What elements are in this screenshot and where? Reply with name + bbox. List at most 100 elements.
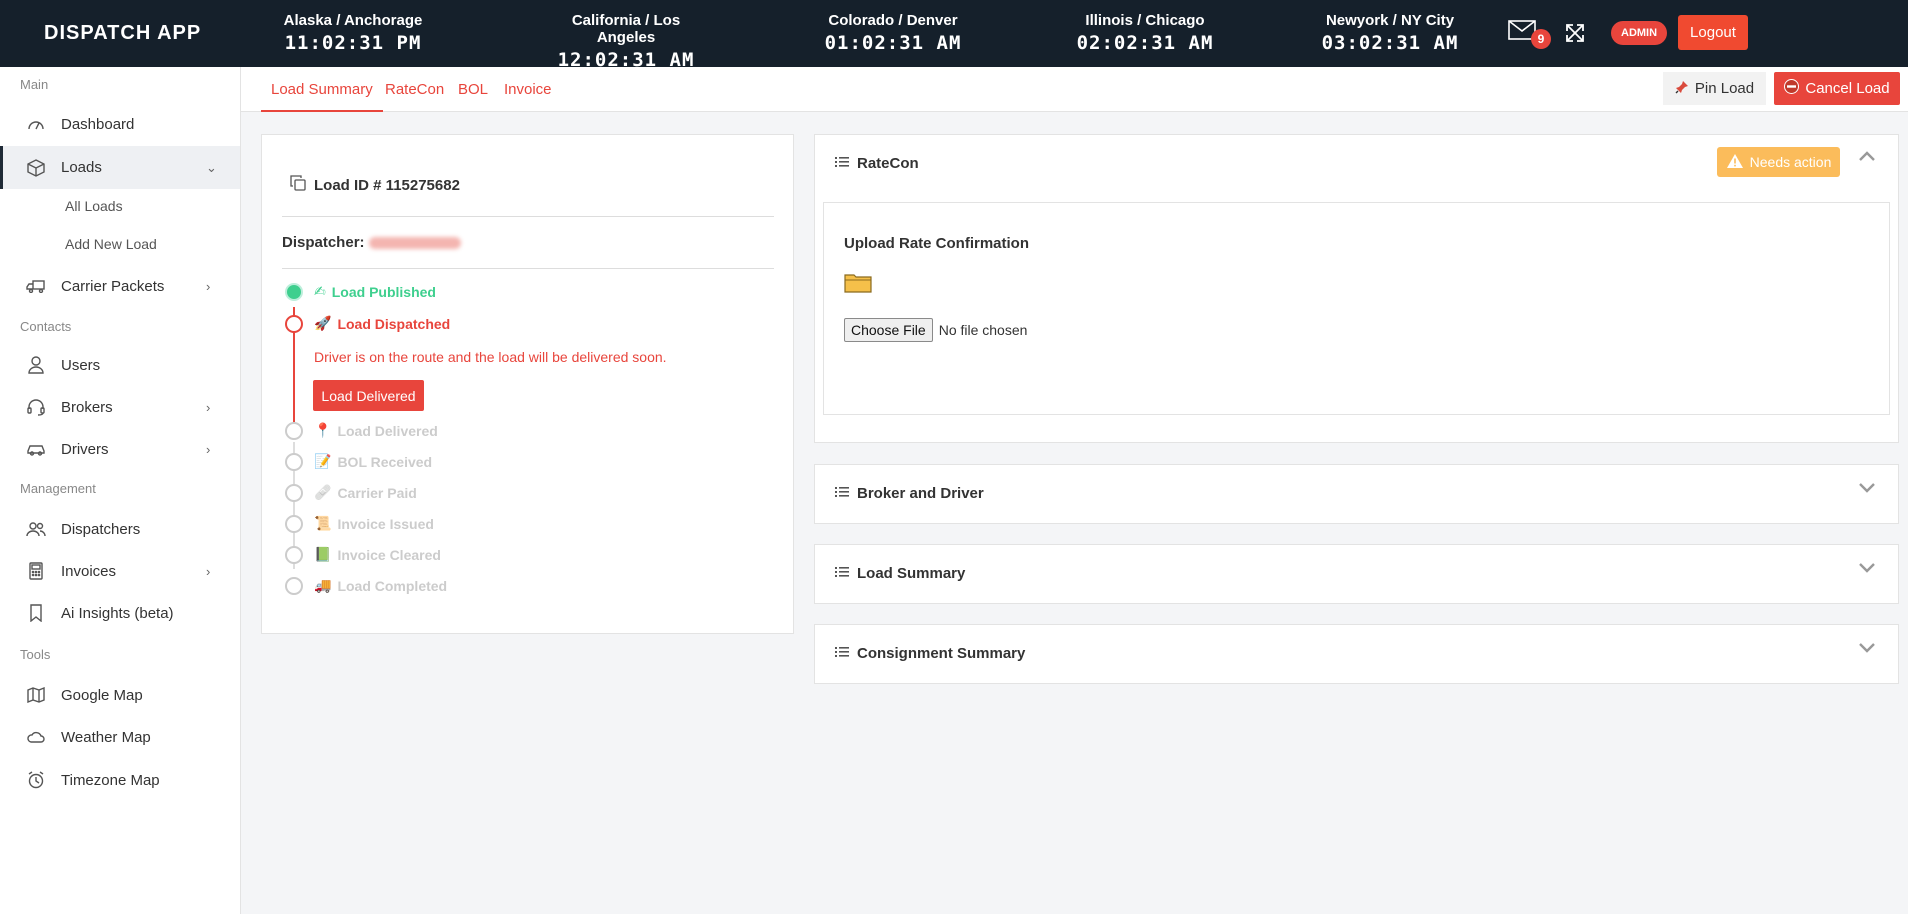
chevron-down-icon[interactable] xyxy=(1858,641,1876,659)
dispatcher-row: Dispatcher: xyxy=(282,234,461,251)
file-input[interactable]: Choose File No file chosen xyxy=(844,318,1027,342)
step-label: Invoice Cleared xyxy=(337,546,441,563)
fullscreen-icon[interactable] xyxy=(1565,23,1585,43)
step-dot-done xyxy=(285,283,303,301)
pin-load-button[interactable]: Pin Load xyxy=(1663,72,1766,105)
sidebar-item-users[interactable]: Users xyxy=(0,345,240,385)
step-dot-current xyxy=(285,315,303,333)
sidebar-item-invoices[interactable]: Invoices › xyxy=(0,551,240,591)
chevron-right-icon: › xyxy=(206,278,211,294)
dispatcher-name-redacted xyxy=(368,237,461,250)
dispatcher-label: Dispatcher: xyxy=(282,234,365,251)
divider xyxy=(282,268,774,269)
section-contacts: Contacts xyxy=(20,319,72,334)
sidebar-subitem-all-loads[interactable]: All Loads xyxy=(65,198,123,214)
step-carrier-paid: 🩹 Carrier Paid xyxy=(314,484,417,501)
step-dot-pending xyxy=(285,453,303,471)
load-delivered-button[interactable]: Load Delivered xyxy=(313,380,424,411)
broker-driver-title: Broker and Driver xyxy=(857,485,984,502)
bandage-icon: 🩹 xyxy=(314,484,332,500)
tab-bar: Load Summary RateCon BOL Invoice xyxy=(241,67,1908,112)
delivery-truck-icon: 🚚 xyxy=(314,577,332,593)
load-summary-panel[interactable]: Load Summary xyxy=(814,544,1899,604)
sidebar-item-label: Weather Map xyxy=(61,728,151,746)
step-dot-pending xyxy=(285,546,303,564)
sidebar-item-label: Invoices xyxy=(61,562,117,580)
step-dot-pending xyxy=(285,422,303,440)
clock-zone: Alaska / Anchorage xyxy=(283,12,423,29)
sidebar: Main Dashboard Loads ⌄ All Loads Add New… xyxy=(0,67,241,914)
step-load-published: ✍ Load Published xyxy=(314,283,436,300)
broker-driver-panel[interactable]: Broker and Driver xyxy=(814,464,1899,524)
file-status: No file chosen xyxy=(938,322,1028,338)
broker-driver-header: Broker and Driver xyxy=(835,485,984,502)
step-label: BOL Received xyxy=(337,453,433,470)
chevron-right-icon: › xyxy=(206,399,211,415)
users-icon xyxy=(26,519,46,539)
logout-button[interactable]: Logout xyxy=(1678,15,1748,50)
ratecon-upload-box: Upload Rate Confirmation Choose File No … xyxy=(823,202,1890,415)
list-icon xyxy=(835,565,849,582)
sidebar-item-brokers[interactable]: Brokers › xyxy=(0,387,240,427)
sidebar-item-label: Ai Insights (beta) xyxy=(61,604,174,622)
chevron-up-icon[interactable] xyxy=(1858,149,1876,167)
step-label: Load Published xyxy=(331,283,436,300)
clock-los-angeles: California / Los Angeles 12:02:31 AM xyxy=(541,12,711,71)
section-management: Management xyxy=(20,481,96,496)
clock-anchorage: Alaska / Anchorage 11:02:31 PM xyxy=(278,12,428,54)
divider xyxy=(282,216,774,217)
load-status-card: Load ID # 115275682 Dispatcher: ✍ Load Pu… xyxy=(261,134,794,634)
pencil-icon: ✍ xyxy=(314,283,326,299)
ratecon-panel: RateCon Needs action Upload Rate Confirm… xyxy=(814,134,1899,443)
sidebar-subitem-add-new-load[interactable]: Add New Load xyxy=(65,236,157,252)
step-load-dispatched: 🚀 Load Dispatched xyxy=(314,315,450,332)
list-icon xyxy=(835,485,849,502)
consignment-summary-panel[interactable]: Consignment Summary xyxy=(814,624,1899,684)
upload-title: Upload Rate Confirmation xyxy=(844,235,1030,252)
clock-zone: Newyork / NY City xyxy=(1325,12,1455,29)
headset-icon xyxy=(26,397,46,417)
sidebar-item-ai-insights[interactable]: Ai Insights (beta) xyxy=(0,593,240,633)
sidebar-item-weather-map[interactable]: Weather Map xyxy=(0,717,240,757)
no-entry-icon xyxy=(1784,79,1800,98)
needs-action-label: Needs action xyxy=(1749,154,1832,170)
tab-bol[interactable]: BOL xyxy=(458,81,488,98)
sidebar-item-loads[interactable]: Loads ⌄ xyxy=(0,146,240,189)
sidebar-item-google-map[interactable]: Google Map xyxy=(0,675,240,715)
tab-invoice[interactable]: Invoice xyxy=(504,81,552,98)
load-id: Load ID # 115275682 xyxy=(290,175,460,195)
load-summary-title: Load Summary xyxy=(857,565,966,582)
sidebar-item-carrier-packets[interactable]: Carrier Packets › xyxy=(0,266,240,306)
sidebar-item-label: Users xyxy=(61,356,101,374)
sidebar-item-drivers[interactable]: Drivers › xyxy=(0,429,240,469)
sidebar-item-dispatchers[interactable]: Dispatchers xyxy=(0,509,240,549)
admin-badge[interactable]: ADMIN xyxy=(1611,21,1668,45)
cancel-load-button[interactable]: Cancel Load xyxy=(1774,72,1900,105)
pin-icon xyxy=(1675,80,1689,98)
sidebar-item-timezone-map[interactable]: Timezone Map xyxy=(0,760,240,800)
user-icon xyxy=(26,355,46,375)
cancel-load-label: Cancel Load xyxy=(1805,80,1890,97)
step-label: Load Completed xyxy=(337,577,448,594)
step-invoice-cleared: 📗 Invoice Cleared xyxy=(314,546,441,563)
tab-ratecon[interactable]: RateCon xyxy=(385,81,444,98)
ratecon-header[interactable]: RateCon xyxy=(835,155,919,172)
chevron-down-icon[interactable] xyxy=(1858,561,1876,579)
list-icon xyxy=(835,645,849,662)
folder-icon xyxy=(844,271,872,293)
choose-file-button[interactable]: Choose File xyxy=(844,318,933,342)
clock-chicago: Illinois / Chicago 02:02:31 AM xyxy=(1070,12,1220,54)
copy-icon[interactable] xyxy=(290,175,306,195)
step-label: Carrier Paid xyxy=(337,484,417,501)
green-book-icon: 📗 xyxy=(314,546,332,562)
chevron-down-icon[interactable] xyxy=(1858,481,1876,499)
dashboard-icon xyxy=(26,114,46,134)
tab-load-summary[interactable]: Load Summary xyxy=(261,81,383,112)
sidebar-item-label: Brokers xyxy=(61,398,113,416)
sidebar-item-dashboard[interactable]: Dashboard xyxy=(0,104,240,144)
step-dot-pending xyxy=(285,515,303,533)
clock-zone: Illinois / Chicago xyxy=(1085,12,1205,29)
chevron-right-icon: › xyxy=(206,441,211,457)
sidebar-item-label: Timezone Map xyxy=(61,771,160,789)
sidebar-item-label: Carrier Packets xyxy=(61,277,165,295)
